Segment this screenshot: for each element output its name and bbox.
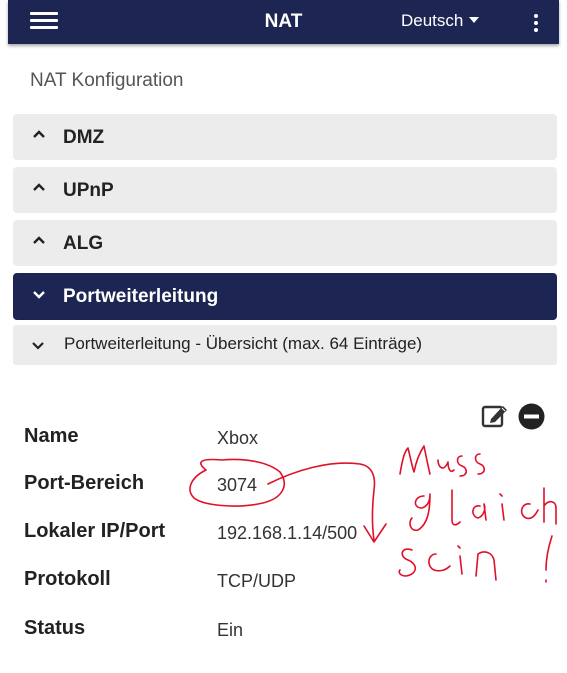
- language-label: Deutsch: [401, 11, 464, 30]
- field-label-local-ip-port: Lokaler IP/Port: [24, 520, 166, 542]
- field-value-name: Xbox: [217, 428, 259, 448]
- section-label: DMZ: [63, 127, 105, 148]
- field-label-name: Name: [24, 425, 79, 447]
- field-label-protocol: Protokoll: [24, 568, 111, 590]
- section-upnp[interactable]: UPnP: [13, 167, 557, 213]
- section-label: UPnP: [63, 180, 114, 201]
- caret-down-icon: [469, 17, 480, 23]
- field-label-port-range: Port-Bereich: [24, 472, 145, 494]
- field-value-local-ip-port: 192.168.1.14/500: [217, 523, 358, 543]
- chevron-up-icon: [33, 130, 45, 138]
- section-label: Portweiterleitung: [63, 286, 219, 307]
- field-value-port-range: 3074: [217, 475, 258, 495]
- edit-icon[interactable]: [481, 403, 509, 429]
- language-selector[interactable]: Deutsch: [401, 11, 480, 31]
- field-label-status: Status: [24, 617, 86, 639]
- field-value-status: Ein: [217, 620, 244, 640]
- chevron-up-icon: [33, 183, 45, 191]
- section-portweiterleitung[interactable]: Portweiterleitung: [13, 273, 557, 320]
- section-dmz[interactable]: DMZ: [13, 114, 557, 160]
- hamburger-menu-icon[interactable]: [30, 12, 58, 30]
- page-title: NAT Konfiguration: [30, 70, 184, 91]
- chevron-up-icon: [33, 236, 45, 244]
- remove-circle-icon[interactable]: [518, 403, 545, 430]
- overview-subsection[interactable]: Portweiterleitung - Übersicht (max. 64 E…: [13, 325, 557, 365]
- vertical-dots-icon[interactable]: [533, 14, 539, 32]
- top-app-bar: NAT Deutsch: [8, 0, 559, 44]
- section-alg[interactable]: ALG: [13, 220, 557, 266]
- section-label: ALG: [63, 233, 104, 254]
- overview-label: Portweiterleitung - Übersicht (max. 64 E…: [64, 334, 423, 353]
- field-value-protocol: TCP/UDP: [217, 571, 297, 591]
- chevron-down-icon: [33, 291, 45, 299]
- chevron-down-icon: [32, 342, 44, 350]
